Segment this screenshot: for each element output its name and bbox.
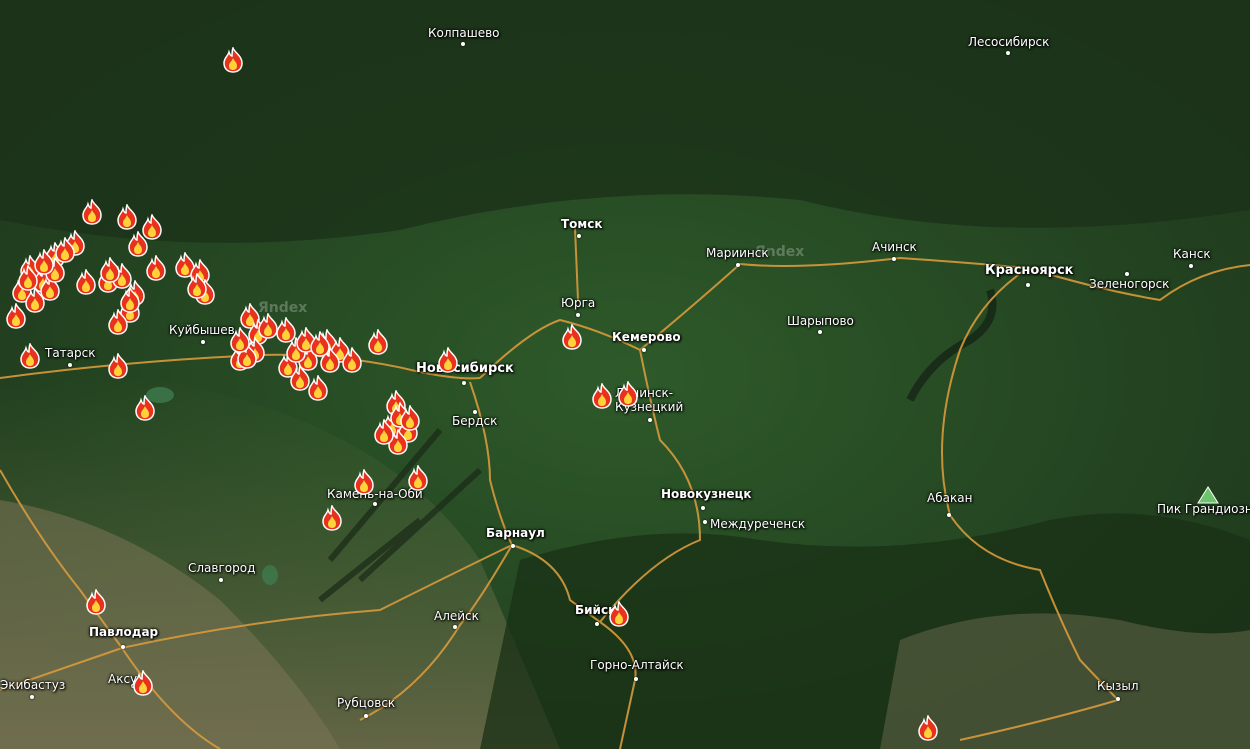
city-dot <box>947 513 951 517</box>
city-label-kemerovo[interactable]: Кемерово <box>612 330 681 344</box>
fire-marker-icon[interactable] <box>437 347 459 373</box>
city-dot <box>1006 51 1010 55</box>
city-dot <box>892 257 896 261</box>
city-label-aleysk[interactable]: Алейск <box>434 609 479 623</box>
city-label-kansk[interactable]: Канск <box>1173 247 1211 261</box>
fire-marker-icon[interactable] <box>917 715 939 741</box>
city-label-abakan[interactable]: Абакан <box>927 491 972 505</box>
city-dot <box>1116 697 1120 701</box>
city-label-tatarsk[interactable]: Татарск <box>45 346 96 360</box>
fire-marker-icon[interactable] <box>75 269 97 295</box>
city-dot <box>68 363 72 367</box>
peak-label[interactable]: Пик Грандиозный <box>1157 502 1250 516</box>
city-label-achinsk[interactable]: Ачинск <box>872 240 917 254</box>
fire-marker-icon[interactable] <box>132 670 154 696</box>
city-label-kolpashevo[interactable]: Колпашево <box>428 26 500 40</box>
fire-marker-icon[interactable] <box>561 324 583 350</box>
city-dot <box>1026 283 1030 287</box>
satellite-map-background[interactable] <box>0 0 1250 749</box>
city-dot <box>201 340 205 344</box>
city-label-mariinsk[interactable]: Мариинск <box>706 246 769 260</box>
fire-marker-icon[interactable] <box>608 601 630 627</box>
city-label-mezhdurechensk[interactable]: Междуреченск <box>710 517 805 531</box>
fire-marker-icon[interactable] <box>321 505 343 531</box>
fire-marker-icon[interactable] <box>353 469 375 495</box>
city-label-pavlodar[interactable]: Павлодар <box>89 625 158 639</box>
city-dot <box>364 714 368 718</box>
city-dot <box>511 544 515 548</box>
fire-marker-icon[interactable] <box>119 287 141 313</box>
city-label-tomsk[interactable]: Томск <box>561 217 603 231</box>
city-dot <box>736 263 740 267</box>
fire-marker-icon[interactable] <box>307 375 329 401</box>
fire-marker-icon[interactable] <box>116 204 138 230</box>
map-view[interactable]: Яndex Яndex Колпашево Лесосибирск Томск … <box>0 0 1250 749</box>
city-label-yurga[interactable]: Юрга <box>561 296 595 310</box>
city-dot <box>818 330 822 334</box>
city-label-kuybyshev[interactable]: Куйбышев <box>169 323 235 337</box>
fire-marker-icon[interactable] <box>107 353 129 379</box>
city-label-gorno-altaysk[interactable]: Горно-Алтайск <box>590 658 684 672</box>
fire-marker-icon[interactable] <box>399 405 421 431</box>
fire-marker-icon[interactable] <box>33 249 55 275</box>
city-label-slavgorod[interactable]: Славгород <box>188 561 255 575</box>
city-dot <box>642 348 646 352</box>
city-dot <box>1125 272 1129 276</box>
fire-marker-icon[interactable] <box>85 589 107 615</box>
fire-marker-icon[interactable] <box>19 343 41 369</box>
city-label-barnaul[interactable]: Барнаул <box>486 526 545 540</box>
fire-marker-icon[interactable] <box>591 383 613 409</box>
city-dot <box>453 625 457 629</box>
city-dot <box>121 645 125 649</box>
city-label-krasnoyarsk[interactable]: Красноярск <box>985 263 1074 278</box>
city-label-rubtsovsk[interactable]: Рубцовск <box>337 696 395 710</box>
city-dot <box>577 234 581 238</box>
city-label-lesosibirsk[interactable]: Лесосибирск <box>968 35 1049 49</box>
city-label-sharypovo[interactable]: Шарыпово <box>787 314 854 328</box>
fire-marker-icon[interactable] <box>222 47 244 73</box>
fire-marker-icon[interactable] <box>127 231 149 257</box>
fire-marker-icon[interactable] <box>134 395 156 421</box>
city-dot <box>634 677 638 681</box>
fire-marker-icon[interactable] <box>145 255 167 281</box>
fire-marker-icon[interactable] <box>407 465 429 491</box>
city-dot <box>462 381 466 385</box>
city-dot <box>219 578 223 582</box>
city-dot <box>30 695 34 699</box>
fire-marker-icon[interactable] <box>186 273 208 299</box>
fire-marker-icon[interactable] <box>341 347 363 373</box>
city-label-novokuznetsk[interactable]: Новокузнецк <box>661 487 752 501</box>
city-label-novosibirsk[interactable]: Новосибирск <box>416 361 514 376</box>
city-dot <box>648 418 652 422</box>
fire-marker-icon[interactable] <box>617 381 639 407</box>
city-dot <box>595 622 599 626</box>
city-label-zelenogorsk[interactable]: Зеленогорск <box>1089 277 1169 291</box>
city-dot <box>1189 264 1193 268</box>
fire-marker-icon[interactable] <box>257 313 279 339</box>
fire-marker-icon[interactable] <box>81 199 103 225</box>
city-label-kyzyl[interactable]: Кызыл <box>1097 679 1139 693</box>
fire-marker-icon[interactable] <box>367 329 389 355</box>
city-dot <box>701 506 705 510</box>
fire-marker-icon[interactable] <box>229 327 251 353</box>
city-dot <box>373 502 377 506</box>
city-dot <box>461 42 465 46</box>
fire-marker-icon[interactable] <box>99 257 121 283</box>
city-dot <box>703 520 707 524</box>
city-label-berdsk[interactable]: Бердск <box>452 414 497 428</box>
fire-marker-icon[interactable] <box>309 331 331 357</box>
fire-marker-icon[interactable] <box>54 237 76 263</box>
city-label-ekibastuz[interactable]: Экибастуз <box>0 678 65 692</box>
city-dot <box>576 313 580 317</box>
